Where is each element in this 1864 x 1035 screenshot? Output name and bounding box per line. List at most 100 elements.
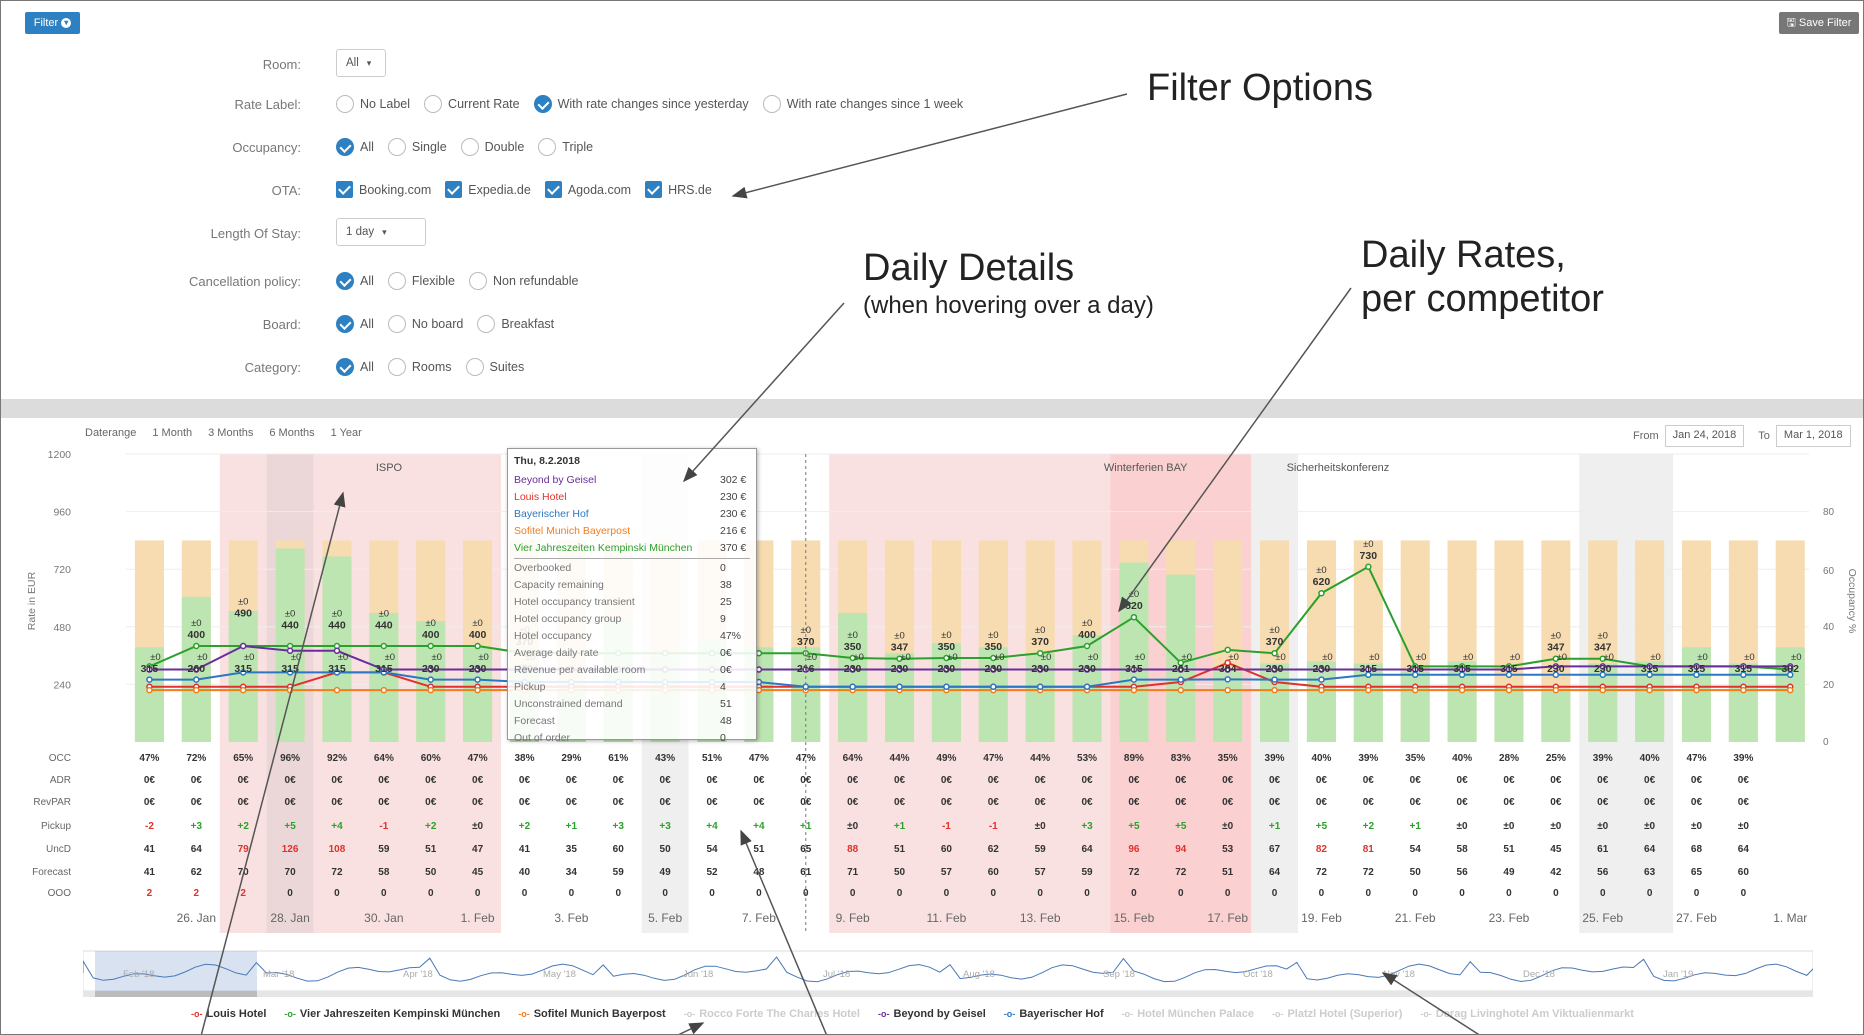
radio-icon <box>387 272 406 290</box>
option-occupancy-2[interactable]: Double <box>460 138 524 156</box>
rate-chart[interactable]: ISPO Winterferien BAY Sicherheitskonferenz… <box>1 441 1864 941</box>
room-select[interactable]: All ▾ <box>336 49 386 77</box>
option-ota-1[interactable]: Expedia.de <box>445 181 531 198</box>
option-ota-0[interactable]: Booking.com <box>336 181 431 198</box>
option-occupancy-1[interactable]: Single <box>387 138 447 156</box>
option-board-0[interactable]: All <box>336 315 374 333</box>
daterange-6-months[interactable]: 6 Months <box>269 427 314 439</box>
kpi-cell: 38% <box>514 753 534 764</box>
event-label: ISPO <box>376 462 403 474</box>
option-category-2[interactable]: Suites <box>465 358 524 376</box>
option-ota-2[interactable]: Agoda.com <box>544 181 631 198</box>
option-cancellation-0[interactable]: All <box>336 272 374 290</box>
option-cancellation-2[interactable]: Non refundable <box>468 272 578 290</box>
rate-label: 230 <box>1594 663 1612 675</box>
option-category-1[interactable]: Rooms <box>387 358 452 376</box>
rate-delta: ±0 <box>1041 652 1052 663</box>
option-board-1[interactable]: No board <box>387 315 464 333</box>
rate-delta: ±0 <box>1088 652 1099 663</box>
kpi-cell: 83% <box>1171 753 1191 764</box>
option-rate-label-1[interactable]: Current Rate <box>424 95 520 113</box>
event-band <box>829 454 1111 933</box>
legend-item[interactable]: -o- Bayerischer Hof <box>1004 1008 1104 1020</box>
daterange-3-months[interactable]: 3 Months <box>208 427 253 439</box>
option-category-0[interactable]: All <box>336 358 374 376</box>
legend-item[interactable]: -o- Platzl Hotel (Superior) <box>1272 1008 1402 1020</box>
rate-label-top: 490 <box>234 607 252 619</box>
kpi-row-label: UncD <box>46 844 71 855</box>
kpi-cell: 59 <box>1035 844 1047 855</box>
radio-icon <box>460 138 479 156</box>
save-icon: 🖫 <box>1786 16 1796 29</box>
option-label: No board <box>411 317 464 331</box>
legend-item[interactable]: -o- Louis Hotel <box>191 1008 266 1020</box>
kpi-cell: 0€ <box>1457 775 1469 786</box>
kpi-cell: ±0 <box>472 821 483 832</box>
kpi-row-label: OCC <box>49 753 71 764</box>
series-point <box>474 686 481 694</box>
event-label: Sicherheitskonferenz <box>1287 462 1390 474</box>
option-ota-3[interactable]: HRS.de <box>645 181 712 198</box>
legend-label: Beyond by Geisel <box>893 1008 986 1020</box>
rate-label: 230 <box>1547 663 1565 675</box>
series-point <box>1318 589 1325 597</box>
legend-label: Platzl Hotel (Superior) <box>1287 1008 1403 1020</box>
kpi-cell: 0 <box>1506 888 1512 899</box>
kpi-row-label: Pickup <box>41 821 71 832</box>
rate-delta: ±0 <box>478 652 489 663</box>
kpi-cell: 47 <box>472 844 484 855</box>
daterange-1-month[interactable]: 1 Month <box>152 427 192 439</box>
rate-delta: ±0 <box>379 608 390 619</box>
kpi-cell: 0€ <box>285 775 297 786</box>
option-rate-label-3[interactable]: With rate changes since 1 week <box>762 95 963 113</box>
legend-item[interactable]: -o- Hotel München Palace <box>1122 1008 1254 1020</box>
option-cancellation-1[interactable]: Flexible <box>387 272 455 290</box>
kpi-cell: 0€ <box>1175 775 1187 786</box>
kpi-cell: 51% <box>702 753 722 764</box>
navigator-scroll-thumb[interactable] <box>95 991 257 997</box>
legend-item[interactable]: -o- Beyond by Geisel <box>878 1008 986 1020</box>
kpi-cell: 35% <box>1405 753 1425 764</box>
y-tick-label: 480 <box>53 622 71 634</box>
option-rate-label-2[interactable]: With rate changes since yesterday <box>533 95 749 113</box>
legend-marker-icon: -o- <box>518 1009 530 1019</box>
checkbox-icon <box>336 181 353 198</box>
rate-label: 384 <box>1219 663 1237 675</box>
legend-item[interactable]: -o- Sofitel Munich Bayerpost <box>518 1008 666 1020</box>
option-board-2[interactable]: Breakfast <box>477 315 554 333</box>
series-point <box>1365 563 1372 571</box>
caret-down-icon: ▾ <box>366 57 372 68</box>
rate-delta: ±0 <box>285 608 296 619</box>
kpi-cell: 0€ <box>1503 797 1515 808</box>
length-of-stay-select[interactable]: 1 day ▾ <box>336 218 426 246</box>
tooltip-detail-name: Capacity remaining <box>514 579 604 591</box>
save-filter-button[interactable]: 🖫 Save Filter <box>1779 12 1859 34</box>
kpi-cell: 51 <box>753 844 765 855</box>
legend-item[interactable]: -o- Derag Livinghotel Am Viktualienmarkt <box>1420 1008 1634 1020</box>
navigator-scrollbar[interactable] <box>83 991 1813 997</box>
daterange-1-year[interactable]: 1 Year <box>331 427 362 439</box>
kpi-cell: 47% <box>139 753 159 764</box>
option-occupancy-0[interactable]: All <box>336 138 374 156</box>
rate-label-top: 400 <box>469 629 487 641</box>
kpi-cell: 0€ <box>1457 797 1469 808</box>
rate-delta: ±0 <box>1369 652 1380 663</box>
kpi-cell: 59 <box>1081 867 1093 878</box>
rate-delta: ±0 <box>238 596 249 607</box>
rate-label-top: 520 <box>1125 600 1143 612</box>
kpi-cell: 61 <box>800 867 812 878</box>
kpi-cell: 65% <box>233 753 253 764</box>
kpi-cell: 0 <box>756 888 762 899</box>
rate-delta: ±0 <box>847 630 858 641</box>
date-navigator[interactable]: Feb '18 Mar '18 Apr '18 May '18 Jun '18 Jul '… <box>83 947 1813 997</box>
tooltip-detail-row: Hotel occupancy group 9 <box>514 611 750 628</box>
x-tick-label: 23. Feb <box>1489 911 1530 925</box>
navigator-selection[interactable] <box>95 951 257 991</box>
option-occupancy-3[interactable]: Triple <box>538 138 593 156</box>
filter-button[interactable]: Filter ▾ <box>25 12 80 34</box>
legend-item[interactable]: -o- Rocco Forte The Charles Hotel <box>684 1008 860 1020</box>
rate-label: 315 <box>328 663 346 675</box>
legend-item[interactable]: -o- Vier Jahreszeiten Kempinski München <box>284 1008 500 1020</box>
filter-label-board: Board: <box>262 317 301 332</box>
option-rate-label-0[interactable]: No Label <box>336 95 410 113</box>
